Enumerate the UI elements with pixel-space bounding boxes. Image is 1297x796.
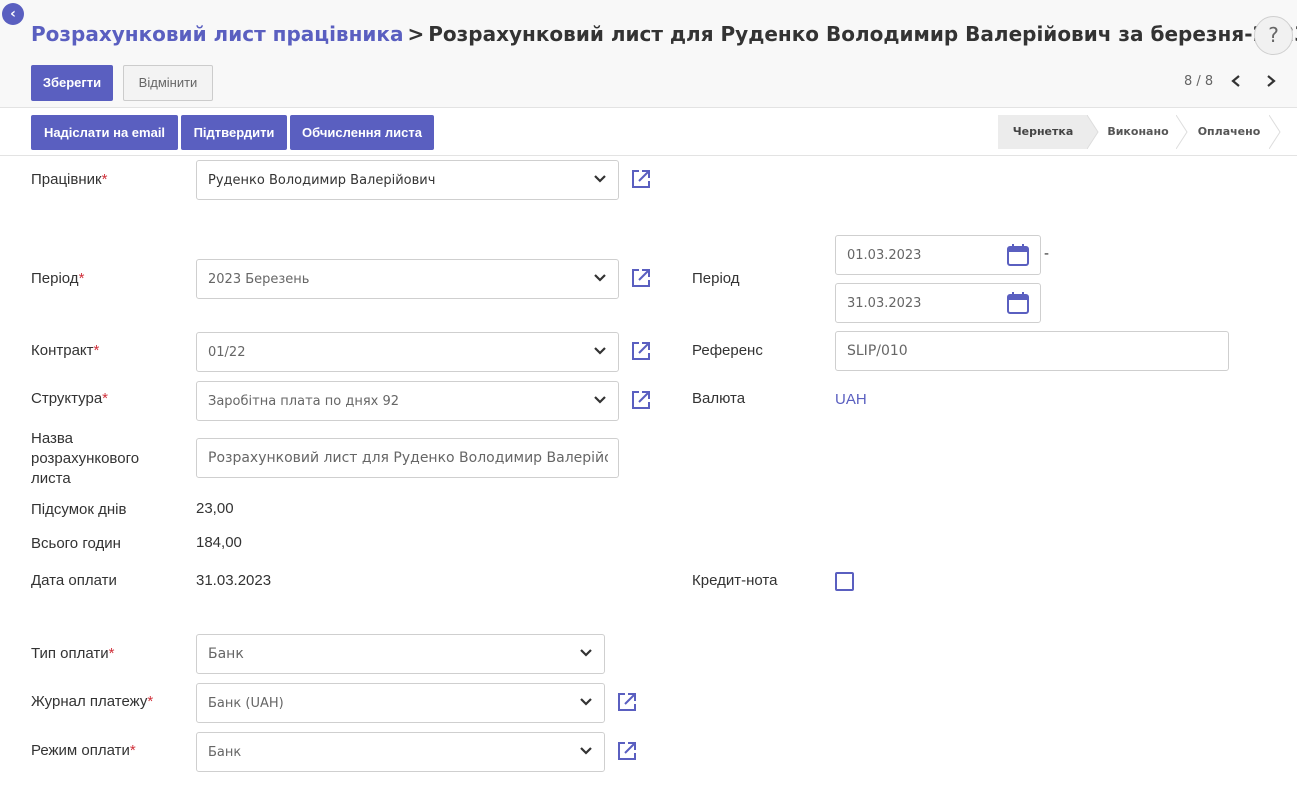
status-chevron-icon <box>1176 115 1188 149</box>
employee-select[interactable]: Руденко Володимир Валерійович <box>196 160 619 200</box>
payment-mode-select[interactable]: Банк <box>196 732 605 772</box>
employee-value: Руденко Володимир Валерійович <box>208 173 436 188</box>
external-link-icon[interactable] <box>630 340 652 362</box>
status-draft[interactable]: Чернетка <box>998 115 1088 149</box>
send-email-button[interactable]: Надіслати на email <box>31 115 178 150</box>
external-link-icon[interactable] <box>616 691 638 713</box>
date-range-dash: - <box>1044 245 1049 262</box>
payment-date-value: 31.03.2023 <box>196 572 272 589</box>
currency-value[interactable]: UAH <box>835 391 867 408</box>
slip-name-label: Назва розрахункового листа <box>31 430 140 487</box>
slip-name-input[interactable]: Розрахунковий лист для Руденко Володимир… <box>196 438 619 478</box>
payment-date-label: Дата оплати <box>31 572 117 589</box>
chevron-down-icon <box>580 698 592 706</box>
date-from-input[interactable]: 01.03.2023 <box>835 235 1041 275</box>
external-link-icon[interactable] <box>616 740 638 762</box>
pager-value: 8 / 8 <box>1184 74 1214 89</box>
back-arrow-icon[interactable]: ‹ <box>2 3 24 25</box>
date-to-value: 31.03.2023 <box>847 296 922 311</box>
structure-value: Заробітна плата по днях 92 <box>208 394 400 409</box>
credit-note-label: Кредит-нота <box>692 572 778 589</box>
payment-journal-label: Журнал платежу* <box>31 693 154 710</box>
contract-select[interactable]: 01/22 <box>196 332 619 372</box>
payment-mode-label: Режим оплати* <box>31 742 136 759</box>
period-dates-label: Період <box>692 270 740 287</box>
date-from-value: 01.03.2023 <box>847 248 922 263</box>
status-chevron-icon <box>1087 115 1099 149</box>
structure-label: Структура* <box>31 390 109 407</box>
chevron-down-icon <box>580 649 592 657</box>
pager-previous-icon[interactable] <box>1230 74 1242 88</box>
breadcrumb-parent-link[interactable]: Розрахунковий лист працівника <box>31 22 404 46</box>
total-hours-value: 184,00 <box>196 534 242 551</box>
structure-select[interactable]: Заробітна плата по днях 92 <box>196 381 619 421</box>
credit-note-checkbox[interactable] <box>835 572 854 591</box>
external-link-icon[interactable] <box>630 389 652 411</box>
total-days-label: Підсумок днів <box>31 501 127 518</box>
chevron-down-icon <box>594 175 606 183</box>
contract-value: 01/22 <box>208 345 246 360</box>
status-chevron-icon <box>1269 115 1281 149</box>
status-paid[interactable]: Оплачено <box>1190 115 1268 149</box>
confirm-button[interactable]: Підтвердити <box>181 115 287 150</box>
chevron-down-icon <box>594 396 606 404</box>
save-button[interactable]: Зберегти <box>31 65 113 101</box>
slip-name-value: Розрахунковий лист для Руденко Володимир… <box>208 450 608 466</box>
total-hours-label: Всього годин <box>31 535 121 552</box>
breadcrumb-current: Розрахунковий лист для Руденко Володимир… <box>428 22 1297 46</box>
reference-input[interactable]: SLIP/010 <box>835 331 1229 371</box>
date-to-input[interactable]: 31.03.2023 <box>835 283 1041 323</box>
period-select[interactable]: 2023 Березень <box>196 259 619 299</box>
breadcrumb-separator: > <box>407 22 425 46</box>
payment-journal-select[interactable]: Банк (UAH) <box>196 683 605 723</box>
period-value: 2023 Березень <box>208 272 310 287</box>
breadcrumb: Розрахунковий лист працівника > Розрахунко… <box>31 22 1297 46</box>
status-done[interactable]: Виконано <box>1100 115 1176 149</box>
external-link-icon[interactable] <box>630 267 652 289</box>
external-link-icon[interactable] <box>630 168 652 190</box>
currency-label: Валюта <box>692 390 746 407</box>
payment-type-label: Тип оплати* <box>31 645 115 662</box>
payment-type-value: Банк <box>208 646 244 662</box>
help-button[interactable]: ? <box>1254 16 1293 55</box>
calendar-icon[interactable] <box>1006 291 1030 315</box>
payment-type-select[interactable]: Банк <box>196 634 605 674</box>
pager-next-icon[interactable] <box>1265 74 1277 88</box>
payment-mode-value: Банк <box>208 745 242 760</box>
reference-value: SLIP/010 <box>847 343 908 359</box>
total-days-value: 23,00 <box>196 500 234 517</box>
chevron-down-icon <box>594 347 606 355</box>
employee-label: Працівник* <box>31 171 108 188</box>
period-label: Період* <box>31 270 85 287</box>
contract-label: Контракт* <box>31 342 100 359</box>
reference-label: Референс <box>692 342 763 359</box>
calendar-icon[interactable] <box>1006 243 1030 267</box>
payment-journal-value: Банк (UAH) <box>208 696 284 711</box>
chevron-down-icon <box>594 274 606 282</box>
cancel-button[interactable]: Відмінити <box>123 65 213 101</box>
compute-sheet-button[interactable]: Обчислення листа <box>290 115 434 150</box>
chevron-down-icon <box>580 747 592 755</box>
